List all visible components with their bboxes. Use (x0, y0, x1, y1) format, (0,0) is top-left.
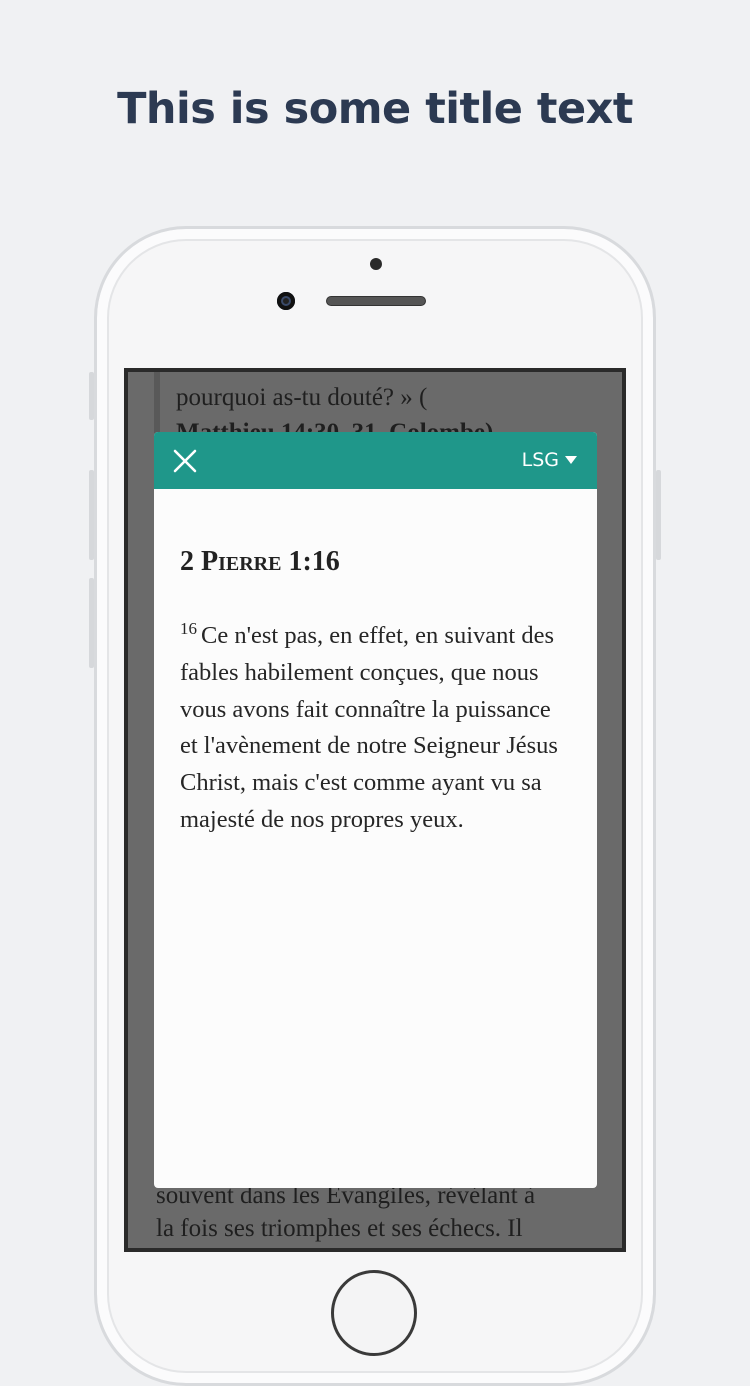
verse-number: 16 (180, 618, 197, 638)
verse-content: Ce n'est pas, en effet, en suivant des f… (180, 622, 558, 833)
phone-mute-switch (89, 372, 94, 420)
verse-popup: LSG 2 Pierre 1:16 16 Ce n'est pas, en eff… (154, 432, 597, 1188)
phone-sensor (370, 258, 382, 270)
background-text-line: la fois ses triomphes et ses échecs. Il (156, 1215, 523, 1242)
popup-header: LSG (154, 432, 597, 489)
close-icon[interactable] (168, 444, 202, 478)
phone-volume-up (89, 470, 94, 560)
phone-volume-down (89, 578, 94, 668)
front-camera-icon (277, 292, 295, 310)
home-button[interactable] (331, 1270, 417, 1356)
background-text-line: pourquoi as-tu douté? » ( (176, 384, 428, 411)
version-label: LSG (521, 449, 559, 471)
phone-speaker (326, 296, 426, 306)
passage-reference: 2 Pierre 1:16 (180, 546, 340, 577)
phone-power-button (656, 470, 661, 560)
version-selector[interactable]: LSG (522, 449, 577, 471)
caret-down-icon (565, 456, 577, 464)
promo-title: This is some title text (117, 84, 633, 134)
verse-text: 16 Ce n'est pas, en effet, en suivant des… (180, 618, 572, 839)
